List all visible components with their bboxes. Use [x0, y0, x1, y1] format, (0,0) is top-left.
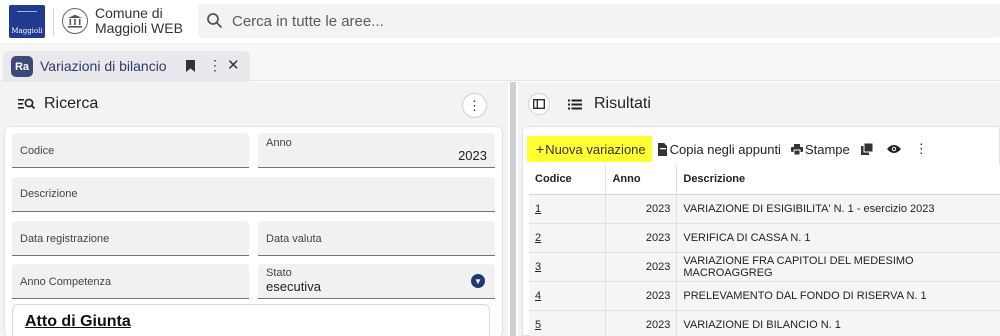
data-valuta-field[interactable]: Data valuta	[258, 221, 495, 256]
plus-icon: +	[536, 141, 545, 157]
codice-label: Codice	[20, 145, 55, 157]
row-year: 2023	[605, 281, 678, 311]
printer-icon	[790, 143, 803, 155]
more-actions-button[interactable]: ⋮	[909, 136, 934, 162]
search-panel-menu-button[interactable]: ⋮	[462, 93, 487, 118]
row-description: VARIAZIONE DI ESIGIBILITA' N. 1 - eserci…	[676, 194, 1000, 224]
data-registrazione-label: Data registrazione	[20, 233, 110, 245]
view-button[interactable]	[881, 136, 909, 162]
list-icon	[568, 99, 582, 109]
town-hall-icon	[62, 8, 88, 34]
app-name: Comune di Maggioli WEB	[95, 6, 195, 36]
table-row[interactable]: 1 2023 VARIAZIONE DI ESIGIBILITA' N. 1 -…	[529, 194, 1000, 224]
sidebar-toggle-icon[interactable]	[528, 93, 550, 115]
global-search	[198, 4, 1000, 38]
new-variation-label: Nuova variazione	[545, 141, 646, 157]
row-year: 2023	[605, 194, 678, 224]
top-bar: Maggioli Comune di Maggioli WEB	[0, 0, 1000, 44]
anno-field[interactable]: Anno 2023	[258, 133, 495, 168]
atto-di-giunta-card: Atto di Giunta	[12, 304, 490, 336]
panel-splitter[interactable]	[510, 82, 516, 336]
results-table: Codice Anno Descrizione 1 2023 VARIAZION…	[529, 165, 1000, 336]
anno-competenza-field[interactable]: Anno Competenza	[12, 264, 249, 299]
more-vert-icon: ⋮	[914, 141, 928, 156]
stato-select[interactable]: Stato esecutiva ▼	[258, 264, 495, 299]
copy-to-clipboard-button[interactable]: Copia negli appunti	[652, 136, 786, 162]
search-icon	[207, 13, 223, 29]
maggioli-logo[interactable]: Maggioli	[9, 5, 45, 38]
table-row[interactable]: 3 2023 VARIAZIONE FRA CAPITOLI DEL MEDES…	[529, 252, 1000, 282]
descrizione-label: Descrizione	[20, 188, 78, 200]
header-divider	[53, 8, 54, 36]
duplicate-button[interactable]	[855, 136, 881, 162]
duplicate-icon	[860, 143, 873, 155]
results-toolbar: + Nuova variazione Copia negli appunti S…	[527, 136, 934, 162]
new-variation-button[interactable]: + Nuova variazione	[527, 136, 652, 162]
anno-competenza-label: Anno Competenza	[20, 276, 112, 288]
copy-icon	[657, 142, 667, 156]
print-label: Stampe	[804, 141, 850, 157]
tab-label: Variazioni di bilancio	[40, 58, 167, 74]
codice-field[interactable]: Codice	[12, 133, 249, 168]
module-icon: Ra	[11, 56, 33, 77]
print-button[interactable]: Stampe	[786, 136, 855, 162]
app-name-line2: Maggioli WEB	[95, 20, 183, 36]
eye-icon	[886, 145, 901, 153]
search-panel-title: Ricerca	[44, 95, 99, 112]
row-code-link[interactable]: 2	[535, 232, 541, 244]
row-year: 2023	[605, 252, 678, 282]
row-code-link[interactable]: 3	[535, 261, 541, 273]
row-description: PRELEVAMENTO DAL FONDO DI RISERVA N. 1	[676, 281, 1000, 311]
table-row[interactable]: 5 2023 VARIAZIONE DI BILANCIO N. 1	[529, 310, 1000, 336]
logo-text: Maggioli	[11, 27, 43, 35]
search-panel: Ricerca ⋮ Codice Anno 2023 Descrizione D…	[0, 82, 508, 336]
results-panel-title: Risultati	[594, 95, 651, 112]
descrizione-field[interactable]: Descrizione	[12, 177, 495, 212]
row-description: VARIAZIONE FRA CAPITOLI DEL MEDESIMO MAC…	[676, 252, 1000, 282]
more-vert-icon[interactable]: ⋮	[208, 57, 222, 74]
row-description: VERIFICA DI CASSA N. 1	[676, 223, 1000, 253]
row-description: VARIAZIONE DI BILANCIO N. 1	[676, 310, 1000, 336]
table-row[interactable]: 4 2023 PRELEVAMENTO DAL FONDO DI RISERVA…	[529, 281, 1000, 311]
copy-to-clipboard-label: Copia negli appunti	[669, 141, 781, 157]
logo-decoration	[17, 11, 37, 14]
data-valuta-label: Data valuta	[266, 233, 322, 245]
results-container: + Nuova variazione Copia negli appunti S…	[522, 126, 1000, 336]
search-list-icon	[18, 98, 36, 110]
results-panel-header: Risultati	[568, 93, 651, 115]
atto-di-giunta-title[interactable]: Atto di Giunta	[25, 313, 131, 331]
results-panel: Risultati + Nuova variazione Copia negli…	[518, 82, 1000, 336]
row-code-link[interactable]: 4	[535, 290, 541, 302]
row-code-link[interactable]: 1	[535, 203, 541, 215]
stato-value: esecutiva	[266, 279, 321, 294]
anno-label: Anno	[266, 137, 292, 149]
bookmark-icon[interactable]	[186, 60, 195, 72]
column-header-descrizione[interactable]: Descrizione	[676, 165, 1000, 195]
search-panel-header: Ricerca	[18, 93, 98, 115]
column-header-codice[interactable]: Codice	[529, 165, 607, 195]
app-name-line1: Comune di	[95, 5, 163, 21]
close-icon[interactable]: ✕	[227, 56, 240, 74]
column-header-anno[interactable]: Anno	[605, 165, 678, 195]
row-year: 2023	[605, 223, 678, 253]
table-row[interactable]: 2 2023 VERIFICA DI CASSA N. 1	[529, 223, 1000, 253]
table-header-row: Codice Anno Descrizione	[529, 165, 1000, 195]
anno-value: 2023	[458, 148, 487, 163]
tab-strip: Ra Variazioni di bilancio ⋮ ✕	[0, 44, 1000, 82]
row-year: 2023	[605, 310, 678, 336]
tab-variazioni-di-bilancio[interactable]: Ra Variazioni di bilancio ⋮ ✕	[3, 51, 250, 82]
search-input[interactable]	[232, 4, 972, 38]
stato-label: Stato	[266, 267, 292, 279]
data-registrazione-field[interactable]: Data registrazione	[12, 221, 249, 256]
chevron-down-icon[interactable]: ▼	[471, 274, 485, 288]
row-code-link[interactable]: 5	[535, 319, 541, 331]
